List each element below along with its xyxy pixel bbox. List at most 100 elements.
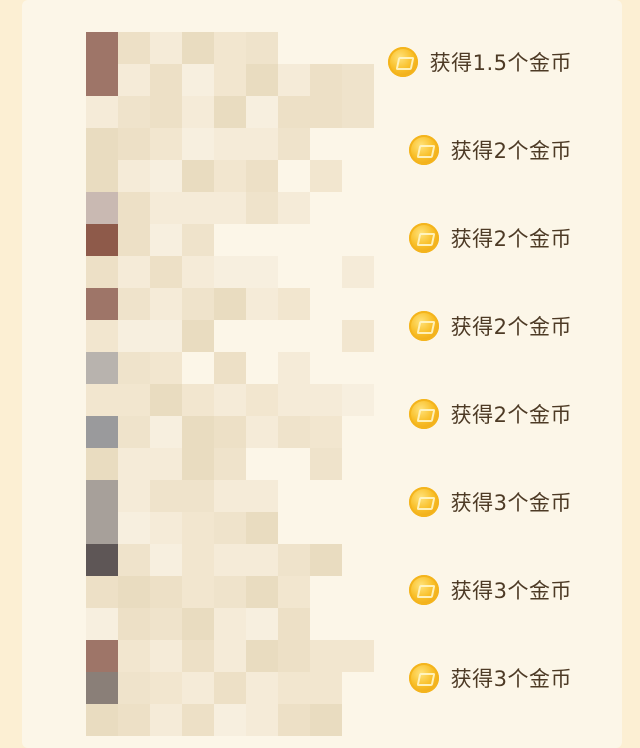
mosaic-cell	[118, 512, 150, 544]
reward-label: 获得3个金币	[450, 667, 572, 691]
mosaic-cell	[150, 480, 182, 512]
mosaic-cell	[182, 576, 214, 608]
mosaic-cell	[310, 672, 342, 704]
mosaic-cell	[182, 32, 214, 64]
mosaic-cell	[150, 512, 182, 544]
reward-row: 获得3个金币	[408, 658, 572, 698]
mosaic-cell	[182, 288, 214, 320]
mosaic-cell	[214, 128, 246, 160]
reward-row: 获得2个金币	[408, 306, 572, 346]
mosaic-cell	[150, 416, 182, 448]
mosaic-cell	[342, 384, 374, 416]
mosaic-cell	[214, 352, 246, 384]
mosaic-cell	[118, 576, 150, 608]
mosaic-cell	[214, 160, 246, 192]
mosaic-cell	[246, 192, 278, 224]
mosaic-cell	[150, 128, 182, 160]
mosaic-cell	[278, 128, 310, 160]
mosaic-cell	[182, 320, 214, 352]
gold-coin-icon	[387, 47, 418, 77]
mosaic-cell	[118, 288, 150, 320]
mosaic-cell	[214, 704, 246, 736]
pixelated-list-content	[86, 32, 374, 748]
mosaic-cell	[86, 576, 118, 608]
mosaic-cell	[182, 256, 214, 288]
mosaic-cell	[86, 64, 118, 96]
mosaic-cell	[86, 128, 118, 160]
mosaic-cell	[86, 256, 118, 288]
mosaic-cell	[278, 352, 310, 384]
mosaic-cell	[246, 64, 278, 96]
mosaic-cell	[310, 416, 342, 448]
mosaic-cell	[118, 608, 150, 640]
mosaic-cell	[246, 576, 278, 608]
mosaic-cell	[246, 96, 278, 128]
screen: 获得1.5个金币 获得2个金币 获得2个金币 获得2个金币 获得2个金币 获得3…	[0, 0, 640, 748]
reward-label: 获得2个金币	[450, 227, 572, 251]
mosaic-cell	[246, 288, 278, 320]
mosaic-cell	[278, 192, 310, 224]
reward-list-panel: 获得1.5个金币 获得2个金币 获得2个金币 获得2个金币 获得2个金币 获得3…	[22, 0, 622, 748]
mosaic-cell	[246, 160, 278, 192]
mosaic-cell	[214, 288, 246, 320]
mosaic-cell	[246, 384, 278, 416]
mosaic-cell	[246, 416, 278, 448]
mosaic-cell	[118, 224, 150, 256]
mosaic-cell	[182, 480, 214, 512]
mosaic-cell	[150, 608, 182, 640]
mosaic-cell	[86, 704, 118, 736]
mosaic-cell	[214, 64, 246, 96]
mosaic-cell	[86, 352, 118, 384]
mosaic-cell	[86, 320, 118, 352]
mosaic-cell	[182, 416, 214, 448]
mosaic-cell	[278, 288, 310, 320]
mosaic-cell	[246, 704, 278, 736]
reward-label: 获得2个金币	[450, 403, 572, 427]
reward-row: 获得2个金币	[408, 130, 572, 170]
mosaic-cell	[118, 416, 150, 448]
mosaic-cell	[214, 672, 246, 704]
mosaic-cell	[150, 672, 182, 704]
reward-row: 获得2个金币	[408, 394, 572, 434]
mosaic-cell	[278, 416, 310, 448]
mosaic-cell	[118, 672, 150, 704]
mosaic-cell	[246, 32, 278, 64]
mosaic-cell	[118, 32, 150, 64]
mosaic-cell	[214, 96, 246, 128]
mosaic-cell	[86, 640, 118, 672]
gold-coin-icon	[408, 575, 439, 605]
mosaic-cell	[310, 96, 342, 128]
mosaic-cell	[150, 224, 182, 256]
mosaic-cell	[214, 256, 246, 288]
mosaic-cell	[118, 704, 150, 736]
mosaic-cell	[118, 128, 150, 160]
mosaic-cell	[278, 64, 310, 96]
mosaic-cell	[182, 96, 214, 128]
mosaic-cell	[150, 32, 182, 64]
reward-label: 获得3个金币	[450, 491, 572, 515]
mosaic-cell	[246, 544, 278, 576]
mosaic-cell	[150, 256, 182, 288]
mosaic-cell	[118, 384, 150, 416]
reward-row: 获得2个金币	[408, 218, 572, 258]
mosaic-cell	[118, 320, 150, 352]
mosaic-cell	[86, 160, 118, 192]
mosaic-cell	[118, 352, 150, 384]
mosaic-cell	[182, 672, 214, 704]
mosaic-cell	[86, 288, 118, 320]
mosaic-cell	[86, 416, 118, 448]
gold-coin-icon	[408, 223, 439, 253]
mosaic-cell	[118, 544, 150, 576]
mosaic-cell	[278, 544, 310, 576]
mosaic-cell	[86, 96, 118, 128]
mosaic-cell	[150, 160, 182, 192]
mosaic-cell	[118, 640, 150, 672]
mosaic-cell	[246, 256, 278, 288]
reward-label: 获得3个金币	[450, 579, 572, 603]
mosaic-cell	[182, 640, 214, 672]
mosaic-cell	[182, 224, 214, 256]
mosaic-cell	[118, 480, 150, 512]
mosaic-cell	[310, 160, 342, 192]
mosaic-cell	[214, 192, 246, 224]
mosaic-cell	[182, 544, 214, 576]
